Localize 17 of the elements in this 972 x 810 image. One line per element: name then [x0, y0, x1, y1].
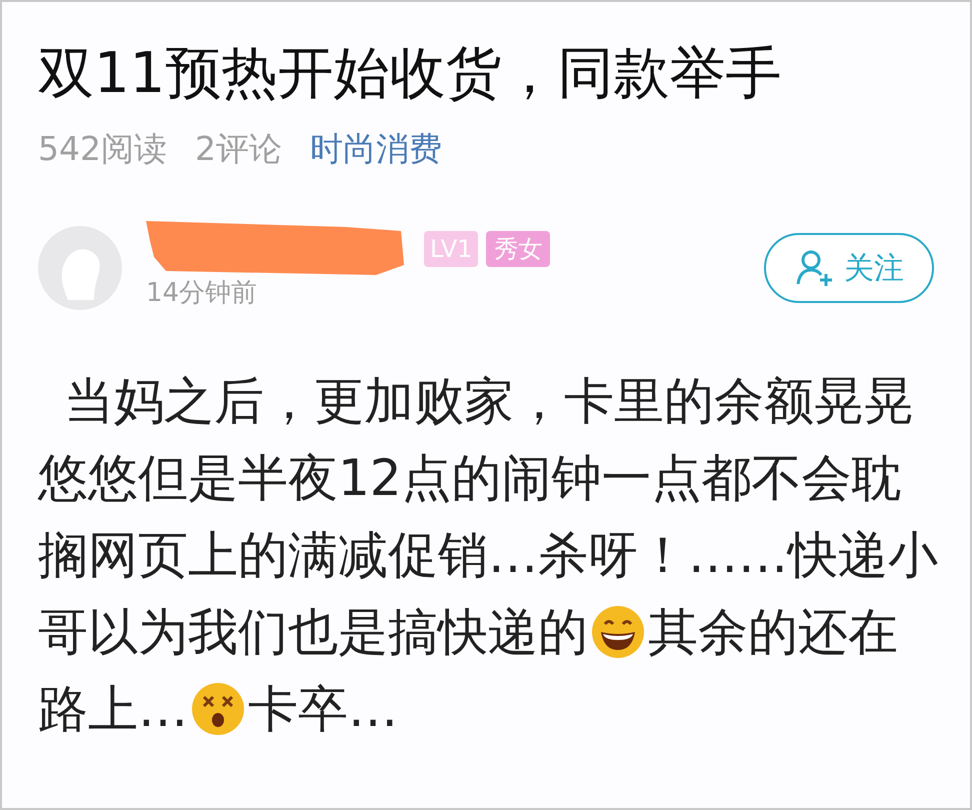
- read-count: 542阅读: [38, 128, 167, 170]
- add-user-icon: [794, 248, 834, 288]
- post-text: 路上…: [38, 678, 188, 740]
- post-text: 哥以为我们也是搞快递的: [38, 602, 588, 662]
- dizzy-face-icon: [190, 681, 246, 737]
- post-text: 搁网页上的满减促销…杀呀！……快递小: [38, 524, 938, 586]
- grinning-face-icon: [590, 604, 646, 660]
- post-title: 双11预热开始收货，同款举手: [38, 42, 782, 106]
- user-tag: 秀女: [486, 230, 550, 266]
- topic-link[interactable]: 时尚消费: [310, 124, 442, 174]
- post-text: 其余的还在: [648, 602, 898, 662]
- post-text: 悠悠但是半夜12点的闹钟一点都不会耽: [38, 448, 902, 508]
- post-text: 卡卒…: [248, 678, 398, 740]
- comment-count: 2评论: [195, 128, 282, 170]
- follow-button[interactable]: 关注: [764, 233, 934, 303]
- post-text: 当妈之后，更加败家，卡里的余额晃晃: [64, 370, 914, 432]
- post-time: 14分钟前: [146, 276, 258, 310]
